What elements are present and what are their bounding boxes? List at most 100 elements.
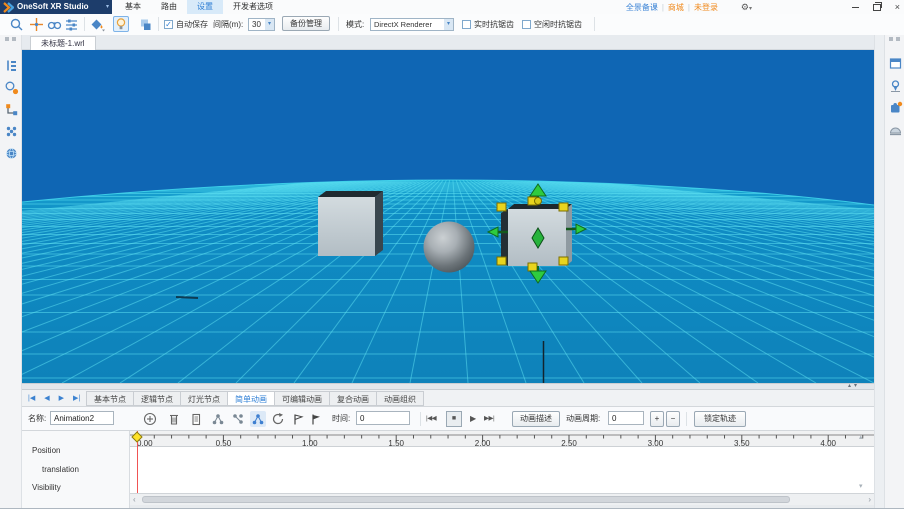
flag-filled-button[interactable] bbox=[308, 411, 324, 427]
chevron-down-icon[interactable]: ▾ bbox=[265, 19, 274, 30]
animation-tabs: 基本节点 逻辑节点 灯光节点 简单动画 可编辑动画 复合动画 动画组织 bbox=[86, 391, 423, 406]
environment-panel-button[interactable] bbox=[887, 121, 903, 137]
close-button[interactable]: × bbox=[895, 0, 900, 14]
splitter-collapse-icons[interactable]: ▴▾ bbox=[848, 382, 860, 389]
aa-idle-checkbox[interactable] bbox=[522, 20, 531, 29]
node-link-button[interactable] bbox=[3, 101, 19, 117]
tab-editable-animation[interactable]: 可编辑动画 bbox=[274, 391, 330, 406]
lock-track-button[interactable]: 锁定轨迹 bbox=[694, 411, 746, 427]
backup-manage-button[interactable]: 备份管理 bbox=[282, 16, 330, 31]
adjust-tool-button[interactable] bbox=[63, 16, 79, 32]
add-keyframe-button[interactable] bbox=[142, 411, 158, 427]
toolbar-separator bbox=[338, 17, 339, 31]
zoom-search-button[interactable] bbox=[8, 16, 24, 32]
animation-name-input[interactable] bbox=[50, 411, 114, 425]
menu-tab-route[interactable]: 路由 bbox=[151, 0, 187, 14]
cube-object[interactable] bbox=[318, 191, 383, 256]
tab-simple-animation[interactable]: 简单动画 bbox=[227, 391, 275, 406]
tabs-last-button[interactable]: ▶| bbox=[73, 394, 80, 402]
right-sidebar bbox=[884, 35, 904, 509]
panel-splitter[interactable]: ▴▾ bbox=[22, 383, 874, 390]
stop-button[interactable]: ■ bbox=[446, 411, 462, 427]
view-tool-button[interactable] bbox=[46, 16, 62, 32]
tabs-prev-button[interactable]: ◀ bbox=[44, 394, 49, 402]
restore-button[interactable] bbox=[873, 4, 881, 11]
tab-logic-nodes[interactable]: 逻辑节点 bbox=[133, 391, 181, 406]
loop-button[interactable] bbox=[270, 411, 286, 427]
period-input[interactable] bbox=[608, 411, 644, 425]
light-toggle-button[interactable] bbox=[113, 16, 129, 32]
menu-tab-settings[interactable]: 设置 bbox=[187, 0, 223, 14]
chevron-down-icon: ▾ bbox=[749, 6, 752, 12]
plugins-panel-button[interactable] bbox=[887, 99, 903, 115]
autosave-checkbox[interactable]: ✓ bbox=[164, 20, 173, 29]
document-tab[interactable]: 未标题-1.wrl bbox=[30, 36, 96, 50]
scrollbar-thumb[interactable] bbox=[142, 496, 790, 503]
menu-tab-basic[interactable]: 基本 bbox=[115, 0, 151, 14]
go-start-button[interactable]: |◀◀ bbox=[426, 407, 436, 431]
minimize-button[interactable] bbox=[852, 7, 859, 8]
aa-realtime-checkbox[interactable] bbox=[462, 20, 471, 29]
clipboard-button[interactable] bbox=[188, 411, 204, 427]
tab-light-nodes[interactable]: 灯光节点 bbox=[180, 391, 228, 406]
timeline-hscrollbar[interactable]: ‹ › bbox=[130, 493, 874, 505]
move-tool-button[interactable] bbox=[28, 16, 44, 32]
move-icon bbox=[29, 17, 44, 32]
search-gear-icon bbox=[4, 80, 19, 95]
node-tree-active-button[interactable] bbox=[250, 411, 266, 427]
dots-cluster-icon bbox=[4, 124, 19, 139]
right-sidebar-dock-controls[interactable] bbox=[885, 37, 904, 45]
track-visibility[interactable]: Visibility bbox=[32, 483, 61, 492]
login-status-link[interactable]: 未登录 bbox=[694, 2, 718, 13]
track-position[interactable]: Position bbox=[32, 446, 60, 455]
time-ruler[interactable]: 0.000.501.001.502.002.503.003.504.00 bbox=[130, 431, 874, 447]
objects-button[interactable] bbox=[136, 16, 152, 32]
period-minus-button[interactable]: − bbox=[666, 411, 680, 427]
viewport-scrollbar[interactable] bbox=[874, 35, 884, 509]
tabs-next-button[interactable]: ▶ bbox=[59, 394, 64, 402]
time-input[interactable] bbox=[356, 411, 410, 425]
menu-tab-developer[interactable]: 开发者选项 bbox=[223, 0, 283, 14]
chevron-down-icon[interactable]: ▾ bbox=[106, 0, 109, 14]
chevron-down-icon[interactable]: ▾ bbox=[444, 19, 453, 30]
settings-gear-button[interactable]: ⚙▾ bbox=[741, 0, 752, 14]
app-brand[interactable]: OneSoft XR Studio ▾ bbox=[0, 0, 112, 14]
3d-viewport[interactable] bbox=[22, 50, 874, 383]
renderer-dropdown[interactable]: DirectX Renderer ▾ bbox=[370, 18, 454, 31]
flag-filled-icon bbox=[309, 412, 323, 426]
node-graph-button[interactable] bbox=[210, 411, 226, 427]
trash-icon bbox=[167, 412, 181, 426]
keyframe-track-area[interactable] bbox=[130, 447, 874, 493]
tab-composite-animation[interactable]: 复合动画 bbox=[329, 391, 377, 406]
scene-tree-button[interactable] bbox=[3, 57, 19, 73]
track-translation[interactable]: translation bbox=[42, 465, 79, 474]
left-sidebar-dock-controls[interactable] bbox=[0, 37, 21, 45]
ruler-nudge-up[interactable]: ▴ bbox=[859, 434, 863, 442]
tab-animation-organize[interactable]: 动画组织 bbox=[376, 391, 424, 406]
sphere-object[interactable] bbox=[424, 222, 475, 273]
delete-button[interactable] bbox=[166, 411, 182, 427]
go-end-button[interactable]: ▶▶| bbox=[484, 407, 494, 431]
play-button[interactable]: ▶ bbox=[470, 407, 476, 431]
flag-outline-button[interactable] bbox=[290, 411, 306, 427]
interval-label: 间隔(m): bbox=[213, 14, 243, 35]
interval-spinner[interactable]: 30 ▾ bbox=[248, 18, 275, 31]
tabs-first-button[interactable]: |◀ bbox=[28, 394, 35, 402]
search-node-button[interactable] bbox=[3, 79, 19, 95]
components-button[interactable] bbox=[3, 123, 19, 139]
node-list-button[interactable] bbox=[230, 411, 246, 427]
scroll-left-icon[interactable]: ‹ bbox=[133, 494, 136, 505]
tab-basic-nodes[interactable]: 基本节点 bbox=[86, 391, 134, 406]
scroll-right-icon[interactable]: › bbox=[868, 494, 871, 505]
period-plus-button[interactable]: + bbox=[650, 411, 664, 427]
fill-color-button[interactable] bbox=[90, 16, 106, 32]
animation-describe-button[interactable]: 动画描述 bbox=[512, 411, 560, 427]
store-link[interactable]: 商城 bbox=[668, 2, 684, 13]
location-panel-button[interactable] bbox=[887, 77, 903, 93]
nodes-icon bbox=[211, 412, 225, 426]
panorama-lesson-link[interactable]: 全景备课 bbox=[626, 2, 658, 13]
track-nudge-down[interactable]: ▾ bbox=[859, 483, 863, 491]
properties-panel-button[interactable] bbox=[887, 55, 903, 71]
world-button[interactable] bbox=[3, 145, 19, 161]
svg-text:2.00: 2.00 bbox=[475, 439, 491, 447]
